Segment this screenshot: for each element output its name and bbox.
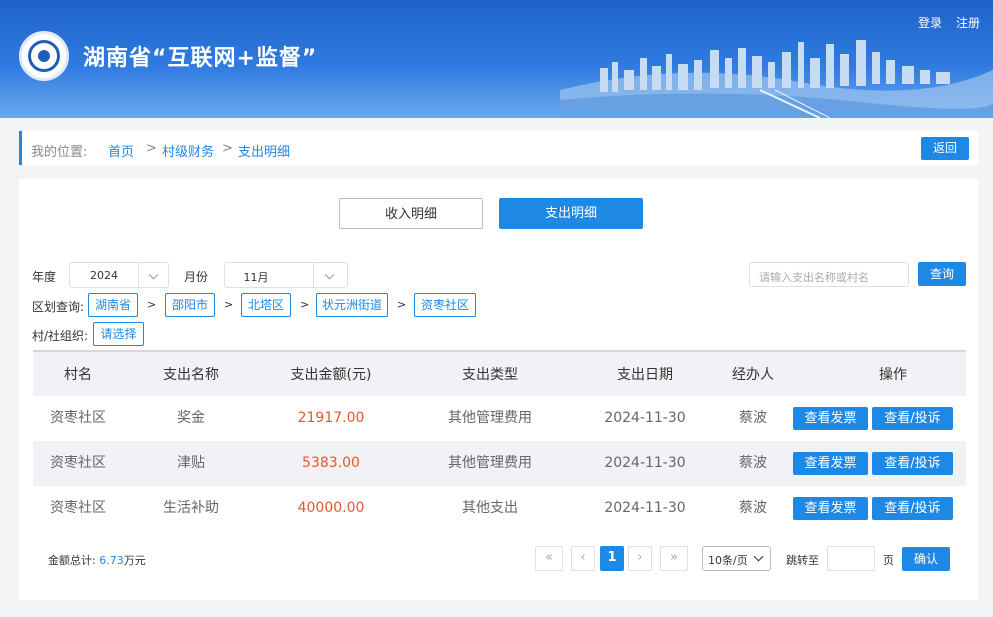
search-input[interactable]: 请输入支出名称或村名 bbox=[749, 262, 909, 287]
cell-date: 2024-11-30 bbox=[604, 455, 686, 471]
breadcrumb-village-finance[interactable]: 村级财务 bbox=[162, 141, 214, 160]
prev-page-button[interactable]: ‹ bbox=[571, 546, 595, 571]
city-skyline-image bbox=[560, 40, 993, 118]
year-value: 2024 bbox=[90, 269, 118, 282]
month-label: 月份 bbox=[184, 270, 209, 284]
tab-income-detail[interactable]: 收入明细 bbox=[339, 198, 483, 229]
page-size-value: 10条/页 bbox=[708, 554, 748, 567]
region-street[interactable]: 状元洲街道 bbox=[316, 293, 388, 317]
last-page-button[interactable]: » bbox=[660, 546, 688, 571]
org-select-button[interactable]: 请选择 bbox=[93, 322, 144, 346]
region-district[interactable]: 北塔区 bbox=[241, 293, 291, 317]
region-separator: > bbox=[397, 298, 407, 311]
region-separator: > bbox=[147, 298, 157, 311]
chevron-down-icon bbox=[753, 551, 764, 562]
site-title: 湖南省“互联网+监督” bbox=[83, 46, 318, 71]
year-select[interactable]: 2024 bbox=[69, 262, 169, 288]
column-header: 支出名称 bbox=[163, 367, 219, 383]
view-complain-button[interactable]: 查看/投诉 bbox=[872, 452, 953, 475]
page-1-button[interactable]: 1 bbox=[600, 546, 624, 571]
column-header: 支出类型 bbox=[462, 367, 518, 383]
region-community[interactable]: 资枣社区 bbox=[414, 293, 476, 317]
table-row: 资枣社区 津贴 5383.00 其他管理费用 2024-11-30 蔡波 查看发… bbox=[33, 441, 966, 486]
page-size-select[interactable]: 10条/页 bbox=[702, 546, 771, 571]
chevron-down-icon bbox=[148, 269, 159, 280]
cell-expense-type: 其他支出 bbox=[462, 500, 518, 516]
page-unit-label: 页 bbox=[883, 554, 894, 567]
total-value: 6.73 bbox=[99, 554, 124, 567]
eye-seal-icon bbox=[19, 31, 69, 81]
column-header: 操作 bbox=[879, 367, 907, 383]
month-value: 11月 bbox=[243, 271, 269, 284]
confirm-jump-button[interactable]: 确认 bbox=[902, 547, 950, 571]
cell-date: 2024-11-30 bbox=[604, 500, 686, 516]
year-label: 年度 bbox=[32, 270, 57, 284]
expense-table: 村名 支出名称 支出金额(元) 支出类型 支出日期 经办人 操作 资枣社区 奖金… bbox=[33, 350, 966, 531]
cell-handler: 蔡波 bbox=[739, 500, 767, 516]
cell-expense-type: 其他管理费用 bbox=[448, 455, 532, 471]
cell-amount: 40000.00 bbox=[297, 500, 365, 516]
view-complain-button[interactable]: 查看/投诉 bbox=[872, 407, 953, 430]
cell-expense-name: 生活补助 bbox=[163, 500, 219, 516]
breadcrumb-expense-detail[interactable]: 支出明细 bbox=[238, 141, 290, 160]
first-page-button[interactable]: « bbox=[535, 546, 563, 571]
total-label: 金额总计: bbox=[48, 554, 96, 567]
jump-label: 跳转至 bbox=[786, 554, 819, 567]
cell-village: 资枣社区 bbox=[50, 455, 106, 471]
breadcrumb-separator: > bbox=[146, 141, 157, 156]
cell-expense-name: 津贴 bbox=[177, 455, 205, 471]
region-province[interactable]: 湖南省 bbox=[88, 293, 138, 317]
back-button[interactable]: 返回 bbox=[921, 137, 969, 160]
table-header: 村名 支出名称 支出金额(元) 支出类型 支出日期 经办人 操作 bbox=[33, 350, 966, 396]
cell-handler: 蔡波 bbox=[739, 455, 767, 471]
cell-village: 资枣社区 bbox=[50, 500, 106, 516]
cell-village: 资枣社区 bbox=[50, 410, 106, 426]
org-label: 村/社组织: bbox=[32, 329, 89, 343]
tab-expense-detail[interactable]: 支出明细 bbox=[499, 198, 643, 229]
breadcrumb-home[interactable]: 首页 bbox=[108, 141, 134, 160]
view-complain-button[interactable]: 查看/投诉 bbox=[872, 497, 953, 520]
cell-date: 2024-11-30 bbox=[604, 410, 686, 426]
region-separator: > bbox=[224, 298, 234, 311]
breadcrumb-label: 我的位置: bbox=[31, 145, 88, 160]
cell-amount: 21917.00 bbox=[297, 410, 365, 426]
table-row: 资枣社区 生活补助 40000.00 其他支出 2024-11-30 蔡波 查看… bbox=[33, 486, 966, 531]
site-header: 湖南省“互联网+监督” 登录 注册 bbox=[0, 0, 993, 118]
region-separator: > bbox=[300, 298, 310, 311]
jump-page-input[interactable] bbox=[827, 546, 875, 571]
query-button[interactable]: 查询 bbox=[918, 262, 966, 286]
view-invoice-button[interactable]: 查看发票 bbox=[793, 407, 868, 430]
main-panel: 收入明细 支出明细 年度 2024 月份 11月 请输入支出名称或村名 查询 区… bbox=[19, 179, 978, 600]
cell-amount: 5383.00 bbox=[302, 455, 360, 471]
month-select[interactable]: 11月 bbox=[224, 262, 348, 288]
region-label: 区划查询: bbox=[32, 300, 85, 314]
register-link[interactable]: 注册 bbox=[956, 14, 980, 31]
view-invoice-button[interactable]: 查看发票 bbox=[793, 452, 868, 475]
cell-expense-type: 其他管理费用 bbox=[448, 410, 532, 426]
total-unit: 万元 bbox=[123, 554, 146, 567]
region-city[interactable]: 邵阳市 bbox=[165, 293, 215, 317]
next-page-button[interactable]: › bbox=[628, 546, 652, 571]
view-invoice-button[interactable]: 查看发票 bbox=[793, 497, 868, 520]
column-header: 支出日期 bbox=[617, 367, 673, 383]
column-header: 经办人 bbox=[732, 367, 774, 383]
column-header: 村名 bbox=[64, 367, 92, 383]
chevron-down-icon bbox=[324, 269, 335, 280]
cell-expense-name: 奖金 bbox=[177, 410, 205, 426]
total-amount: 金额总计: 6.73万元 bbox=[48, 552, 146, 568]
cell-handler: 蔡波 bbox=[739, 410, 767, 426]
breadcrumb-separator: > bbox=[222, 141, 233, 156]
column-header: 支出金额(元) bbox=[290, 367, 372, 383]
table-row: 资枣社区 奖金 21917.00 其他管理费用 2024-11-30 蔡波 查看… bbox=[33, 396, 966, 441]
breadcrumb: 我的位置: 首页 > 村级财务 > 支出明细 返回 bbox=[19, 131, 978, 165]
search-placeholder: 请输入支出名称或村名 bbox=[759, 271, 869, 284]
login-link[interactable]: 登录 bbox=[918, 14, 942, 31]
